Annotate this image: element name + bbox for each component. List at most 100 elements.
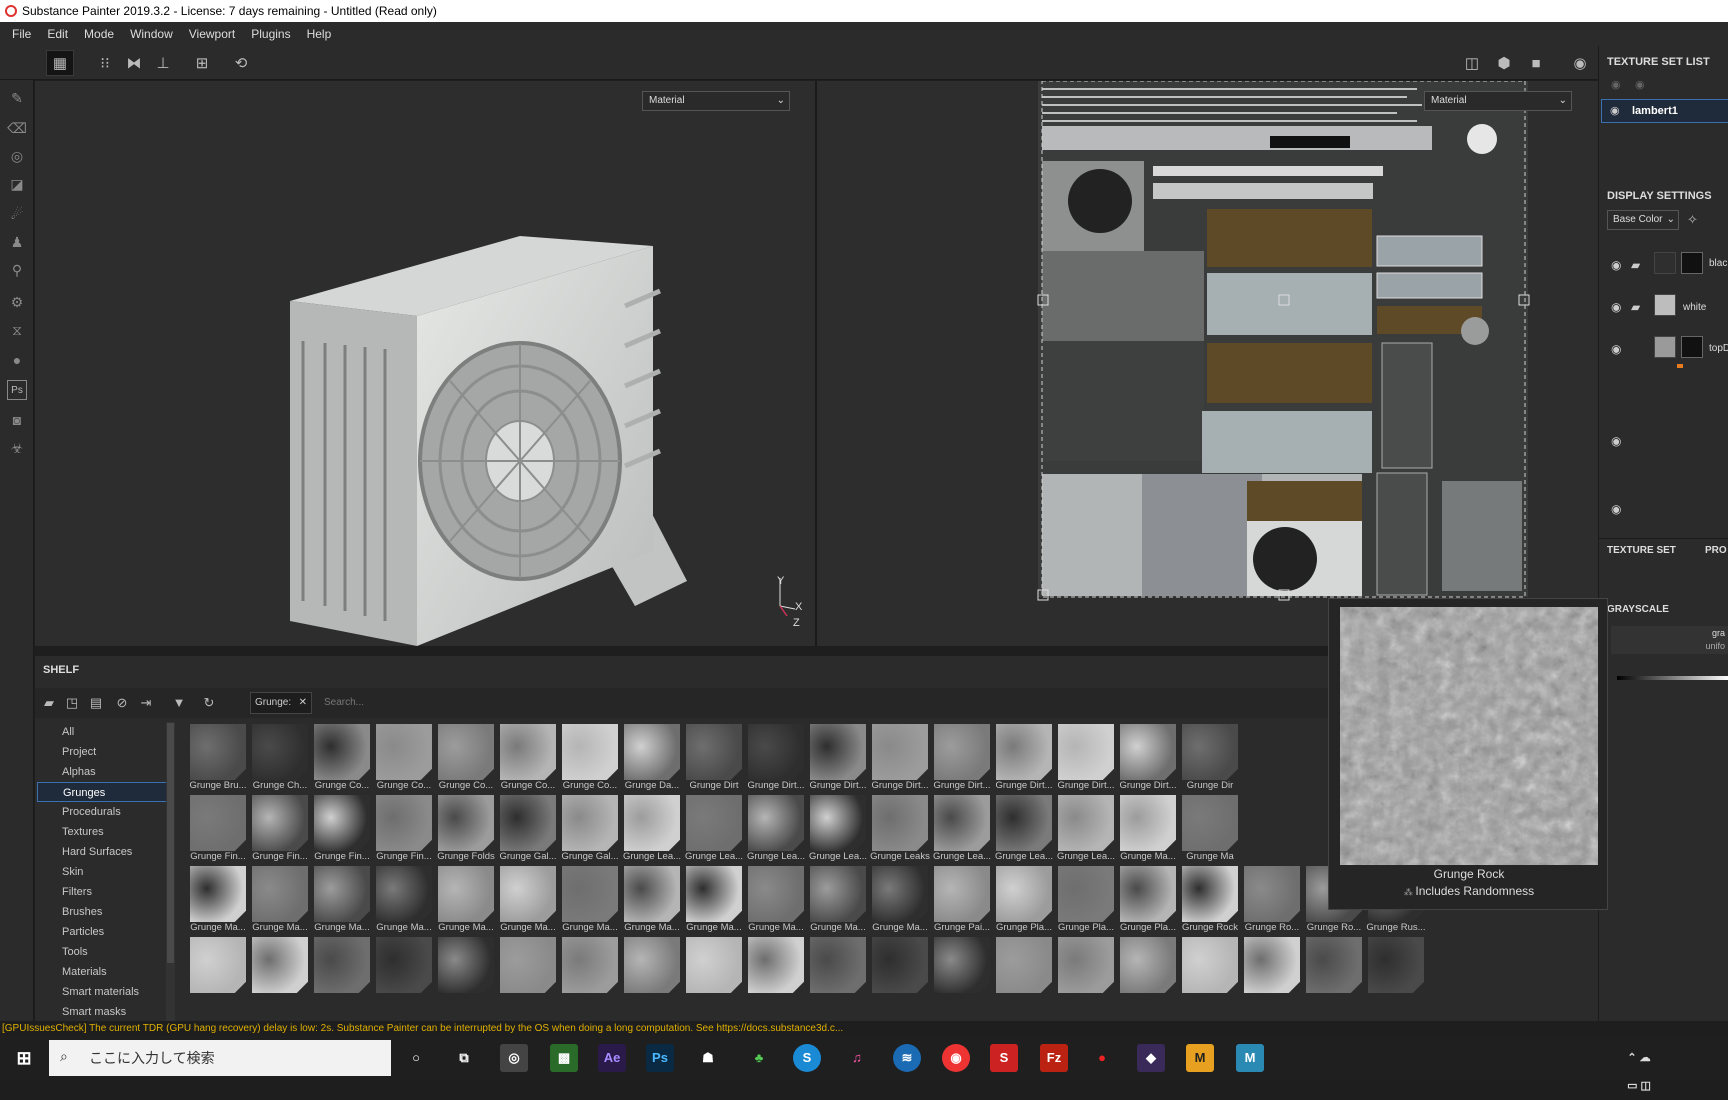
shelf-resource-item[interactable]: Grunge Ma... [497, 864, 559, 934]
new-item-icon[interactable]: ◳ [62, 693, 82, 713]
screenshot-icon[interactable]: ◉ [1566, 50, 1594, 76]
app-icon[interactable]: ▩ [550, 1044, 578, 1072]
eye-icon[interactable]: ◉ [1635, 78, 1645, 91]
category-scrollbar[interactable] [166, 722, 175, 1022]
eye-icon[interactable]: ◉ [1611, 78, 1621, 91]
close-icon[interactable]: ✕ [299, 693, 307, 713]
menu-mode[interactable]: Mode [76, 27, 122, 41]
shelf-resource-item[interactable] [249, 935, 311, 1005]
grayscale-field[interactable]: gra unifo [1611, 626, 1728, 654]
category-item[interactable]: Smart masks [37, 1002, 167, 1022]
skype-icon[interactable]: S [793, 1044, 821, 1072]
shelf-resource-item[interactable]: Grunge Ma... [373, 864, 435, 934]
shelf-resource-item[interactable]: Grunge Dirt... [993, 722, 1055, 792]
shelf-resource-item[interactable]: Grunge Bru... [187, 722, 249, 792]
shelf-resource-item[interactable]: Grunge Dirt [683, 722, 745, 792]
shelf-resource-item[interactable]: Grunge Ma... [559, 864, 621, 934]
uv-layout-icon[interactable]: ▦ [46, 50, 74, 76]
shelf-resource-item[interactable] [869, 935, 931, 1005]
shelf-resource-item[interactable] [1055, 935, 1117, 1005]
shelf-resource-item[interactable]: Grunge Co... [435, 722, 497, 792]
shelf-resource-item[interactable] [187, 935, 249, 1005]
eye-icon[interactable]: ◉ [1611, 502, 1621, 516]
shelf-resource-item[interactable]: Grunge Lea... [807, 793, 869, 863]
task-view-icon[interactable]: ⧉ [450, 1044, 478, 1072]
shelf-resource-item[interactable]: Grunge Ma... [1117, 793, 1179, 863]
eye-icon[interactable]: ◉ [1611, 300, 1621, 314]
substance-icon[interactable]: ☣ [7, 438, 27, 458]
shelf-resource-item[interactable]: Grunge Co... [373, 722, 435, 792]
bake-icon[interactable]: ⧖ [7, 320, 27, 340]
shelf-resource-item[interactable] [1241, 935, 1303, 1005]
shelf-resource-item[interactable]: Grunge Ma... [683, 864, 745, 934]
shelf-resource-item[interactable] [1117, 935, 1179, 1005]
shelf-resource-item[interactable]: Grunge Ma [1179, 793, 1241, 863]
smudge-icon[interactable]: ☄ [7, 204, 27, 224]
photoshop-export-icon[interactable]: Ps [7, 380, 27, 400]
shelf-resource-item[interactable] [311, 935, 373, 1005]
mirror-icon[interactable]: ⧓ [120, 50, 148, 76]
shelf-resource-item[interactable]: Grunge Fin... [373, 793, 435, 863]
shelf-resource-item[interactable]: Grunge Dirt... [869, 722, 931, 792]
import-icon[interactable]: ⇥ [136, 693, 156, 713]
shelf-resource-item[interactable] [559, 935, 621, 1005]
layer-name[interactable]: black [1709, 258, 1728, 269]
shelf-resource-item[interactable]: Grunge Folds [435, 793, 497, 863]
app-icon[interactable]: ☗ [694, 1044, 722, 1072]
filezilla-icon[interactable]: Fz [1040, 1044, 1068, 1072]
shelf-resource-item[interactable]: Grunge Pla... [1055, 864, 1117, 934]
category-item[interactable]: Skin [37, 862, 167, 882]
shelf-search-input[interactable]: Search... [320, 692, 1360, 714]
shelf-resource-item[interactable] [993, 935, 1055, 1005]
shelf-resource-item[interactable]: Grunge Dirt... [931, 722, 993, 792]
shelf-resource-item[interactable]: Grunge Gal... [559, 793, 621, 863]
hide-icon[interactable]: ⊘ [112, 693, 132, 713]
shelf-resource-item[interactable]: Grunge Ma... [187, 864, 249, 934]
app-icon[interactable]: ≋ [893, 1044, 921, 1072]
menu-file[interactable]: File [4, 27, 39, 41]
grayscale-slider[interactable] [1617, 676, 1728, 680]
category-item[interactable]: Filters [37, 882, 167, 902]
shelf-resource-item[interactable] [1179, 935, 1241, 1005]
app-icon[interactable]: M [1186, 1044, 1214, 1072]
cube-icon[interactable]: ⬢ [1490, 50, 1518, 76]
cortana-icon[interactable]: ○ [402, 1044, 430, 1072]
view-split-icon[interactable]: ◫ [1458, 50, 1486, 76]
projection-icon[interactable]: ◎ [7, 146, 27, 166]
menu-edit[interactable]: Edit [39, 27, 76, 41]
shelf-resource-item[interactable]: Grunge Ch... [249, 722, 311, 792]
substance-painter-icon[interactable]: S [990, 1044, 1018, 1072]
shelf-resource-item[interactable]: Grunge Lea... [993, 793, 1055, 863]
tray-icons[interactable]: ⌃ ☁ ▭ ◫ [1625, 1044, 1653, 1092]
app-icon[interactable]: ◎ [500, 1044, 528, 1072]
shelf-resource-item[interactable] [1365, 935, 1427, 1005]
add-icon[interactable]: ⊞ [188, 50, 216, 76]
layer-name[interactable]: white [1683, 302, 1706, 313]
shelf-resource-item[interactable]: Grunge Lea... [621, 793, 683, 863]
shelf-resource-item[interactable]: Grunge Dirt... [807, 722, 869, 792]
grid-icon[interactable]: ⁝⁝ [91, 50, 119, 76]
refresh-icon[interactable]: ↻ [199, 693, 219, 713]
channel-select[interactable]: Base Color ⌄ [1607, 210, 1679, 230]
menu-window[interactable]: Window [122, 27, 181, 41]
settings-icon[interactable]: ⚙ [7, 292, 27, 312]
category-item[interactable]: Smart materials [37, 982, 167, 1002]
shelf-resource-item[interactable]: Grunge Gal... [497, 793, 559, 863]
shelf-resource-item[interactable]: Grunge Ma... [869, 864, 931, 934]
shelf-resource-item[interactable] [931, 935, 993, 1005]
shelf-resource-item[interactable] [683, 935, 745, 1005]
save-icon[interactable]: ▤ [86, 693, 106, 713]
layer-name[interactable]: topD [1709, 343, 1728, 354]
shelf-resource-item[interactable]: Grunge Fin... [187, 793, 249, 863]
shelf-resource-item[interactable]: Grunge Dirt... [745, 722, 807, 792]
filter-icon[interactable]: ▼ [169, 693, 189, 713]
shelf-resource-item[interactable] [435, 935, 497, 1005]
properties-tab[interactable]: PRO [1705, 545, 1727, 556]
texture-set-tab[interactable]: TEXTURE SET [1607, 545, 1676, 556]
after-effects-icon[interactable]: Ae [598, 1044, 626, 1072]
shelf-resource-item[interactable]: Grunge Ma... [745, 864, 807, 934]
shelf-resource-item[interactable]: Grunge Co... [311, 722, 373, 792]
eye-icon[interactable]: ◉ [1611, 434, 1621, 448]
category-item[interactable]: Particles [37, 922, 167, 942]
shelf-resource-item[interactable] [807, 935, 869, 1005]
